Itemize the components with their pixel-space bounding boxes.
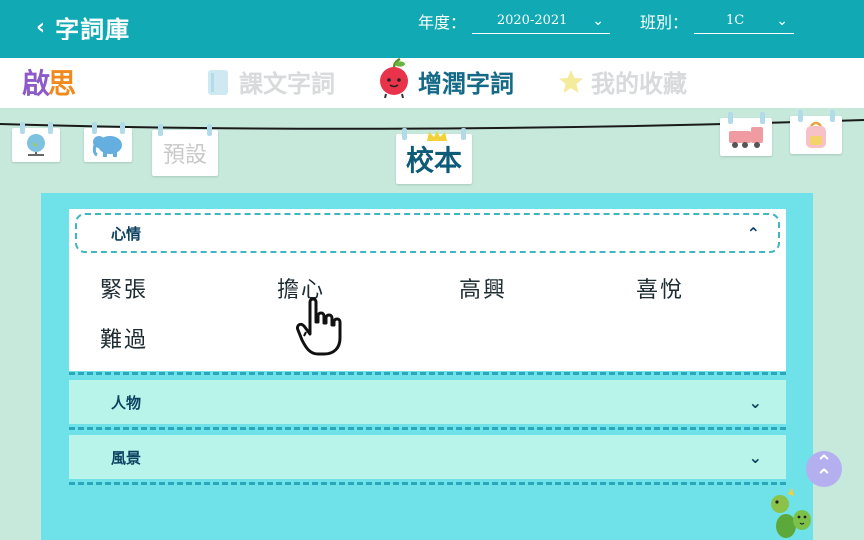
word-item[interactable]: 緊張 bbox=[100, 272, 148, 304]
chevron-up-icon[interactable]: ⌃ bbox=[747, 224, 760, 243]
globe-icon bbox=[27, 134, 45, 156]
tab-enrichment-words[interactable]: 增潤字詞 bbox=[376, 57, 514, 99]
tab-my-favorites[interactable]: 我的收藏 bbox=[557, 64, 687, 99]
group-title: 風景 bbox=[111, 448, 142, 467]
year-value: 2020-2021 bbox=[496, 13, 568, 28]
word-item[interactable]: 喜悅 bbox=[636, 272, 684, 304]
group-header-mood[interactable]: 心情 ⌃ bbox=[75, 213, 780, 253]
divider bbox=[69, 427, 786, 430]
crown-icon bbox=[427, 131, 447, 141]
elephant-icon bbox=[92, 136, 122, 157]
chevron-down-icon[interactable]: ⌄ bbox=[749, 393, 762, 412]
chevron-left-icon: ‹ bbox=[36, 15, 46, 40]
word-item[interactable]: 難過 bbox=[100, 322, 148, 354]
elephant-card[interactable] bbox=[84, 122, 132, 162]
chevron-down-icon: ⌄ bbox=[776, 12, 789, 29]
group-title: 人物 bbox=[111, 393, 142, 412]
brand-logo: 啟思 bbox=[22, 67, 76, 100]
year-field: 年度： 2020-2021 ⌄ bbox=[418, 8, 611, 34]
hanger-label: 預設 bbox=[162, 143, 207, 168]
year-select[interactable]: 2020-2021 ⌄ bbox=[472, 8, 611, 34]
double-chevron-up-icon: ⌃ ⌃ bbox=[815, 450, 833, 488]
backpack-icon bbox=[806, 121, 826, 148]
group-header-people[interactable]: 人物 ⌄ bbox=[69, 380, 786, 424]
group-header-scenery[interactable]: 風景 ⌄ bbox=[69, 435, 786, 479]
hanger-label: 校本 bbox=[405, 144, 462, 177]
divider bbox=[69, 482, 786, 485]
class-field: 班別： 1C ⌄ bbox=[640, 8, 795, 34]
train-icon bbox=[729, 127, 763, 148]
book-icon bbox=[208, 69, 228, 95]
chevron-down-icon[interactable]: ⌄ bbox=[749, 448, 762, 467]
class-value: 1C bbox=[726, 13, 745, 28]
hanger-school-based[interactable]: 校本 bbox=[396, 128, 472, 184]
backpack-card[interactable] bbox=[790, 110, 842, 154]
group-title: 心情 bbox=[111, 224, 142, 243]
tab-label: 我的收藏 bbox=[591, 70, 687, 98]
tab-label: 課文字詞 bbox=[239, 70, 335, 98]
globe-card[interactable] bbox=[12, 122, 60, 162]
word-item[interactable]: 高興 bbox=[459, 272, 507, 304]
dinosaur-mascot-icon bbox=[771, 488, 811, 538]
chevron-down-icon: ⌄ bbox=[592, 12, 605, 29]
class-label: 班別： bbox=[640, 13, 689, 32]
hand-pointer-icon bbox=[296, 297, 342, 356]
tab-label: 增潤字詞 bbox=[418, 70, 514, 98]
scroll-top-button[interactable]: ⌃ ⌃ bbox=[806, 451, 842, 487]
class-select[interactable]: 1C ⌄ bbox=[694, 8, 795, 34]
tab-textbook-words[interactable]: 課文字詞 bbox=[205, 64, 335, 99]
divider bbox=[69, 372, 786, 375]
year-label: 年度： bbox=[418, 13, 467, 32]
apple-mascot-icon bbox=[380, 57, 408, 98]
hanger-preset[interactable]: 預設 bbox=[152, 124, 218, 176]
train-card[interactable] bbox=[720, 112, 772, 156]
star-icon bbox=[559, 69, 583, 93]
